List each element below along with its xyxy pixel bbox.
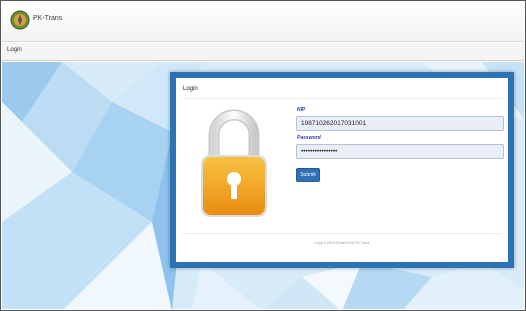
top-header: PK-Trans [2, 2, 524, 42]
nav-bar: Login [2, 43, 524, 61]
footer-copyright: Copy © 2018 Powered by PK-Trans [314, 241, 370, 245]
padlock-icon [201, 109, 267, 217]
title-divider [182, 98, 502, 99]
nav-login-link[interactable]: Login [7, 47, 22, 53]
browser-frame: PK-Trans Login Login NIP 198710262017031… [0, 0, 526, 311]
login-dialog: Login NIP 198710262017031001 Password ••… [170, 72, 514, 268]
submit-button[interactable]: Submit [296, 168, 320, 182]
footer-divider [182, 233, 502, 234]
app-logo-icon[interactable] [10, 10, 30, 30]
dialog-title: Login [183, 86, 198, 92]
nip-label: NIP [297, 107, 306, 113]
password-input[interactable] [296, 144, 504, 159]
app-title: PK-Trans [33, 15, 63, 22]
password-label: Password [297, 135, 321, 141]
nip-input[interactable] [296, 116, 504, 131]
login-dialog-body: Login NIP 198710262017031001 Password ••… [176, 78, 508, 262]
